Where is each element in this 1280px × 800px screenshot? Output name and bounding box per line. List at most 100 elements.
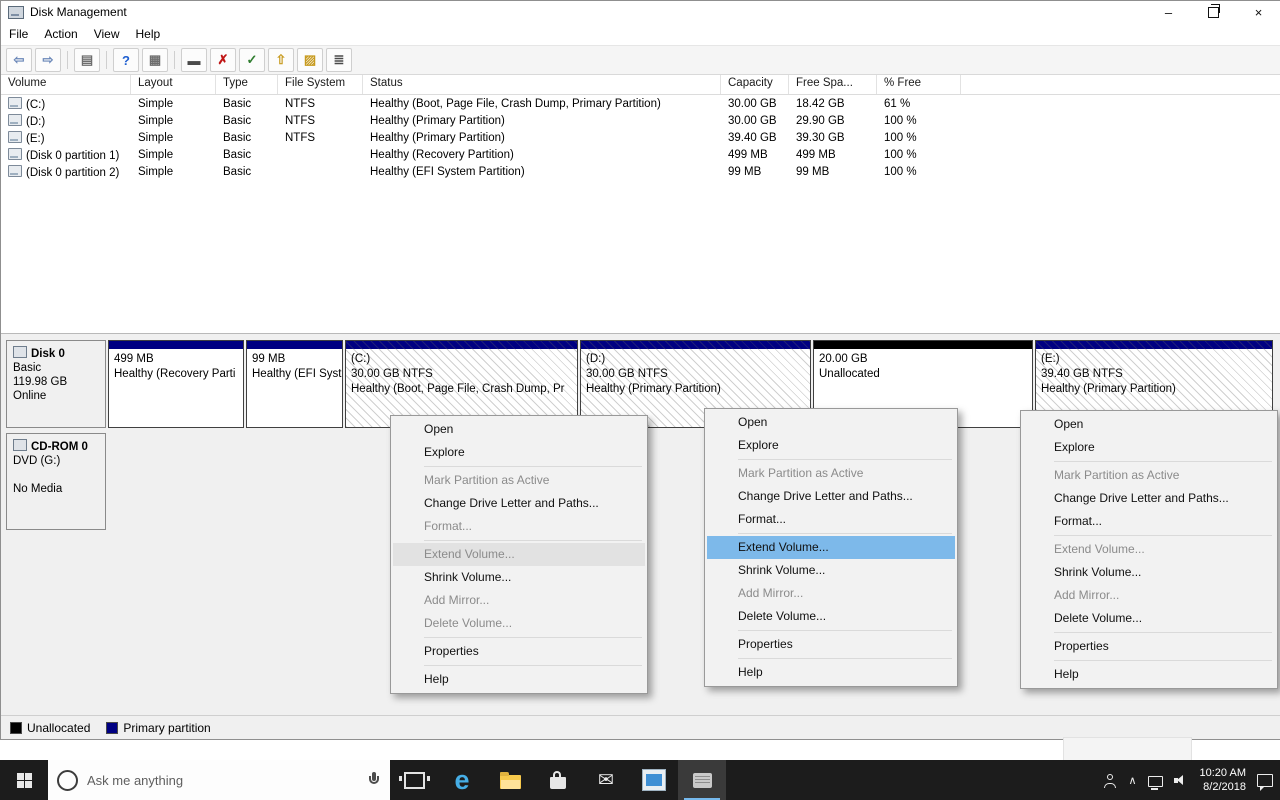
- menu-item-extend-volume[interactable]: Extend Volume...: [1023, 538, 1275, 561]
- cell-percent-free: 100 %: [877, 149, 961, 161]
- partition-99-mb[interactable]: 99 MBHealthy (EFI Syst: [246, 340, 343, 428]
- menu-item-open[interactable]: Open: [707, 411, 955, 434]
- disk0-label-panel[interactable]: Disk 0 Basic 119.98 GB Online: [6, 340, 106, 428]
- chevron-up-icon[interactable]: ∧: [1128, 774, 1136, 787]
- legend-swatch: [10, 722, 22, 734]
- menu-help[interactable]: Help: [128, 24, 169, 44]
- console-icon[interactable]: ▦: [142, 48, 168, 72]
- disk-management-app-button[interactable]: [678, 760, 726, 800]
- cell-free-space: 29.90 GB: [789, 115, 877, 127]
- menu-item-change-drive-letter-and-paths[interactable]: Change Drive Letter and Paths...: [1023, 487, 1275, 510]
- column-header-free[interactable]: % Free: [877, 75, 961, 94]
- menu-separator: [1054, 660, 1272, 661]
- menu-file[interactable]: File: [1, 24, 36, 44]
- volume-row-4[interactable]: (Disk 0 partition 2)SimpleBasicHealthy (…: [1, 163, 1280, 180]
- menu-item-format[interactable]: Format...: [393, 515, 645, 538]
- disk0-status: Online: [13, 389, 99, 403]
- screen-icon[interactable]: ▬: [181, 48, 207, 72]
- menu-item-shrink-volume[interactable]: Shrink Volume...: [1023, 561, 1275, 584]
- menu-item-properties[interactable]: Properties: [1023, 635, 1275, 658]
- menu-item-add-mirror[interactable]: Add Mirror...: [393, 589, 645, 612]
- restore-button[interactable]: [1191, 1, 1236, 23]
- legend: UnallocatedPrimary partition: [1, 715, 1280, 739]
- mail-button[interactable]: ✉: [582, 760, 630, 800]
- menu-item-add-mirror[interactable]: Add Mirror...: [1023, 584, 1275, 607]
- menu-item-help[interactable]: Help: [1023, 663, 1275, 686]
- clock[interactable]: 10:20 AM 8/2/2018: [1200, 766, 1246, 794]
- cell-layout: Simple: [131, 132, 216, 144]
- menu-item-delete-volume[interactable]: Delete Volume...: [393, 612, 645, 635]
- cell-status: Healthy (Boot, Page File, Crash Dump, Pr…: [363, 98, 721, 110]
- people-icon[interactable]: [1104, 774, 1117, 787]
- column-header-capacity[interactable]: Capacity: [721, 75, 789, 94]
- menu-item-shrink-volume[interactable]: Shrink Volume...: [707, 559, 955, 582]
- close-button[interactable]: ×: [1236, 1, 1280, 23]
- mark-active-icon[interactable]: ✓: [239, 48, 265, 72]
- menu-item-properties[interactable]: Properties: [393, 640, 645, 663]
- column-header-file-system[interactable]: File System: [278, 75, 363, 94]
- partition-499-mb[interactable]: 499 MBHealthy (Recovery Parti: [108, 340, 244, 428]
- cdrom-label-panel[interactable]: CD-ROM 0 DVD (G:) No Media: [6, 433, 106, 530]
- menu-item-explore[interactable]: Explore: [393, 441, 645, 464]
- menu-item-mark-partition-as-active[interactable]: Mark Partition as Active: [1023, 464, 1275, 487]
- menu-item-explore[interactable]: Explore: [707, 434, 955, 457]
- menu-separator: [424, 637, 642, 638]
- back-icon[interactable]: ⇦: [6, 48, 32, 72]
- menu-item-format[interactable]: Format...: [1023, 510, 1275, 533]
- menu-item-properties[interactable]: Properties: [707, 633, 955, 656]
- cell-free-space: 18.42 GB: [789, 98, 877, 110]
- menu-item-open[interactable]: Open: [1023, 413, 1275, 436]
- photos-app-button[interactable]: [630, 760, 678, 800]
- column-header-layout[interactable]: Layout: [131, 75, 216, 94]
- file-explorer-button[interactable]: [486, 760, 534, 800]
- volume-row-1[interactable]: (D:)SimpleBasicNTFSHealthy (Primary Part…: [1, 112, 1280, 129]
- menu-item-mark-partition-as-active[interactable]: Mark Partition as Active: [707, 462, 955, 485]
- menu-item-help[interactable]: Help: [393, 668, 645, 691]
- menu-action[interactable]: Action: [36, 24, 85, 44]
- volume-row-2[interactable]: (E:)SimpleBasicNTFSHealthy (Primary Part…: [1, 129, 1280, 146]
- help-icon[interactable]: ?: [113, 48, 139, 72]
- menu-item-add-mirror[interactable]: Add Mirror...: [707, 582, 955, 605]
- menu-item-delete-volume[interactable]: Delete Volume...: [707, 605, 955, 628]
- menu-item-help[interactable]: Help: [707, 661, 955, 684]
- column-header-volume[interactable]: Volume: [1, 75, 131, 94]
- show-tree-icon[interactable]: ▤: [74, 48, 100, 72]
- column-header-filler: [961, 75, 1280, 94]
- column-header-status[interactable]: Status: [363, 75, 721, 94]
- network-icon[interactable]: [1148, 776, 1163, 787]
- menu-item-extend-volume[interactable]: Extend Volume...: [707, 536, 955, 559]
- action-center-icon[interactable]: [1257, 774, 1273, 787]
- volume-row-3[interactable]: (Disk 0 partition 1)SimpleBasicHealthy (…: [1, 146, 1280, 163]
- minimize-button[interactable]: –: [1146, 1, 1191, 23]
- cell-type: Basic: [216, 166, 278, 178]
- details-view-icon[interactable]: ≣: [326, 48, 352, 72]
- menu-view[interactable]: View: [86, 24, 128, 44]
- open-folder-icon[interactable]: ⇧: [268, 48, 294, 72]
- column-header-type[interactable]: Type: [216, 75, 278, 94]
- partition-label-line: (D:): [586, 352, 805, 367]
- menu-item-delete-volume[interactable]: Delete Volume...: [1023, 607, 1275, 630]
- cell-volume: (C:): [1, 97, 131, 111]
- new-folder-icon[interactable]: ▨: [297, 48, 323, 72]
- task-view-button[interactable]: [390, 760, 438, 800]
- column-header-free-spa[interactable]: Free Spa...: [789, 75, 877, 94]
- volume-row-0[interactable]: (C:)SimpleBasicNTFSHealthy (Boot, Page F…: [1, 95, 1280, 112]
- volume-icon: [8, 97, 22, 109]
- menu-item-open[interactable]: Open: [393, 418, 645, 441]
- microphone-icon[interactable]: [367, 771, 381, 790]
- menu-item-extend-volume[interactable]: Extend Volume...: [393, 543, 645, 566]
- menu-item-change-drive-letter-and-paths[interactable]: Change Drive Letter and Paths...: [393, 492, 645, 515]
- edge-button[interactable]: e: [438, 760, 486, 800]
- menu-item-explore[interactable]: Explore: [1023, 436, 1275, 459]
- restore-icon: [1208, 7, 1219, 18]
- search-box[interactable]: Ask me anything: [48, 760, 390, 800]
- menu-item-change-drive-letter-and-paths[interactable]: Change Drive Letter and Paths...: [707, 485, 955, 508]
- start-button[interactable]: [0, 760, 48, 800]
- menu-item-shrink-volume[interactable]: Shrink Volume...: [393, 566, 645, 589]
- store-button[interactable]: [534, 760, 582, 800]
- delete-volume-icon[interactable]: ✗: [210, 48, 236, 72]
- menu-item-format[interactable]: Format...: [707, 508, 955, 531]
- volume-icon[interactable]: [1174, 774, 1189, 787]
- menu-item-mark-partition-as-active[interactable]: Mark Partition as Active: [393, 469, 645, 492]
- forward-icon[interactable]: ⇨: [35, 48, 61, 72]
